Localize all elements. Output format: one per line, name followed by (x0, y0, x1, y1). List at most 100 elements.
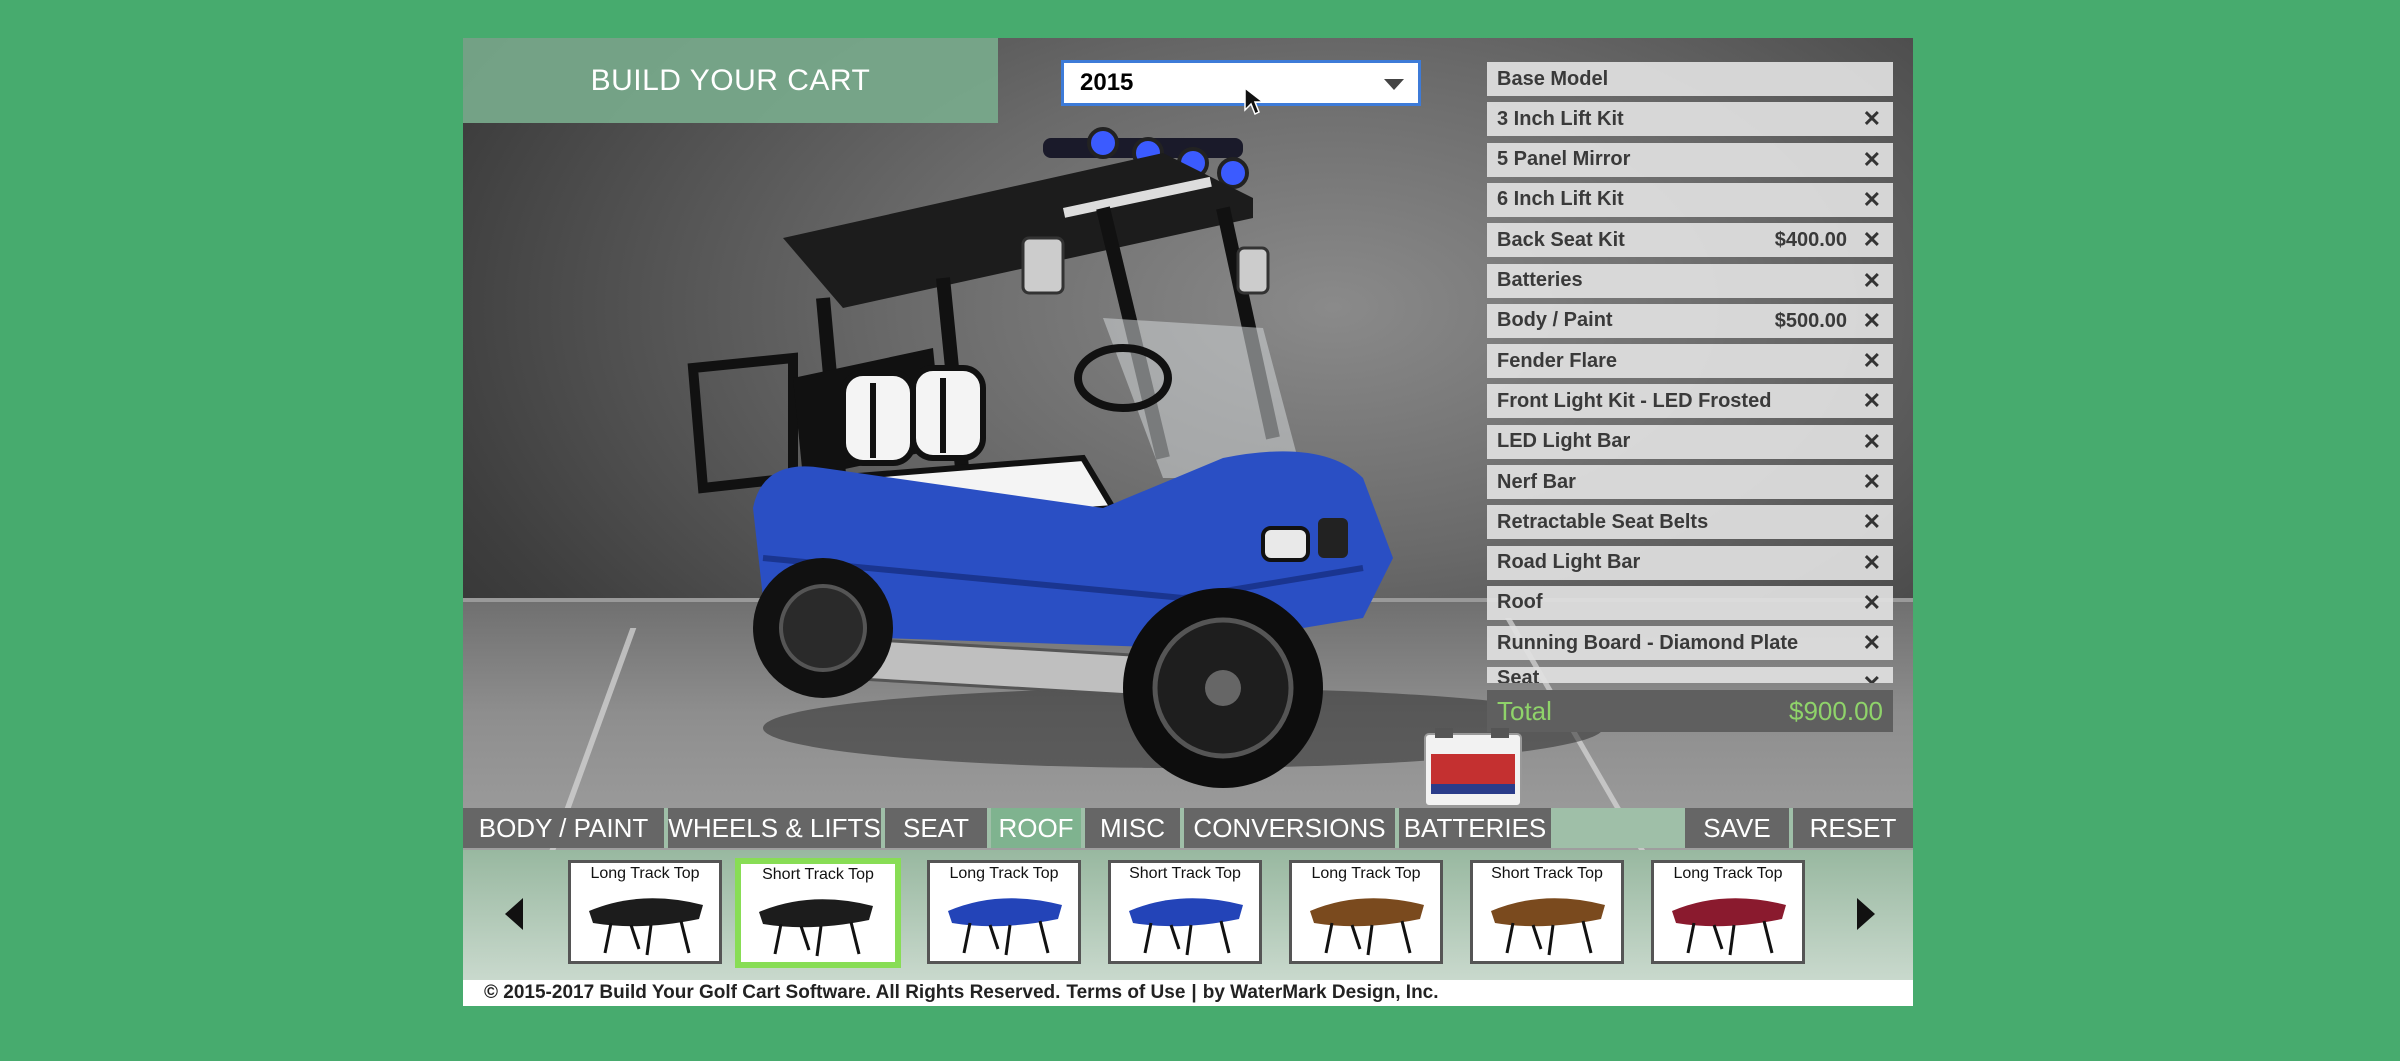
roof-image (1310, 898, 1424, 956)
cart-preview-scene: BUILD YOUR CART 2015 Base Model 3 Inch Li… (463, 38, 1913, 888)
year-select-value: 2015 (1080, 69, 1134, 96)
category-tabs: BODY / PAINT WHEELS & LIFTS SEAT ROOF MISC CO… (463, 808, 1913, 848)
option-name: 6 Inch Lift Kit (1497, 188, 1624, 211)
option-row: Seat ✕ (1487, 666, 1893, 683)
roof-thumbnail[interactable]: Long Track Top (1289, 860, 1443, 964)
tab-batteries[interactable]: BATTERIES (1399, 808, 1551, 848)
option-name: 5 Panel Mirror (1497, 148, 1631, 171)
option-name: Fender Flare (1497, 349, 1618, 372)
remove-option-icon[interactable]: ✕ (1863, 671, 1881, 683)
remove-option-icon[interactable]: ✕ (1863, 348, 1881, 374)
option-row: Road Light Bar ✕ (1487, 545, 1893, 580)
roof-thumbnail-label: Long Track Top (1311, 865, 1421, 882)
roof-thumbnail-label: Long Track Top (590, 865, 700, 882)
carousel-prev-arrow-icon[interactable] (505, 898, 523, 930)
remove-option-icon[interactable]: ✕ (1863, 106, 1881, 132)
carousel-next-arrow-icon[interactable] (1857, 898, 1875, 930)
remove-option-icon[interactable]: ✕ (1863, 308, 1881, 334)
roof-thumbnail[interactable]: Long Track Top (927, 860, 1081, 964)
selected-options-list[interactable]: Base Model 3 Inch Lift Kit ✕ 5 Panel Mirror… (1487, 62, 1893, 784)
option-name: Base Model (1497, 67, 1609, 90)
total-amount: $900.00 (1789, 695, 1883, 726)
page-title: BUILD YOUR CART (463, 38, 998, 123)
roof-thumbnail[interactable]: Long Track Top (1651, 860, 1805, 964)
option-price: $500.00 (1774, 309, 1847, 332)
remove-option-icon[interactable]: ✕ (1863, 550, 1881, 576)
total-bar: Total $900.00 (1487, 690, 1893, 732)
footer-separator: | (1191, 982, 1197, 1003)
option-name: Roof (1497, 591, 1543, 614)
roof-image (1129, 898, 1243, 956)
copyright-text: © 2015-2017 Build Your Golf Cart Softwar… (484, 982, 1061, 1003)
option-name: Seat (1497, 666, 1540, 683)
option-row: Retractable Seat Belts ✕ (1487, 505, 1893, 540)
option-name: 3 Inch Lift Kit (1497, 107, 1624, 130)
option-name: Front Light Kit - LED Frosted (1497, 389, 1772, 412)
option-name: LED Light Bar (1497, 430, 1631, 453)
roof-thumbnail[interactable]: Short Track Top (1470, 860, 1624, 964)
remove-option-icon[interactable]: ✕ (1863, 590, 1881, 616)
option-row: Back Seat Kit $400.00 ✕ (1487, 223, 1893, 258)
tab-conversions[interactable]: CONVERSIONS (1184, 808, 1395, 848)
roof-thumbnail[interactable]: Long Track Top (568, 860, 722, 964)
roof-thumbnail[interactable]: Short Track Top (1108, 860, 1262, 964)
option-row: Nerf Bar ✕ (1487, 465, 1893, 499)
option-name: Body / Paint (1497, 309, 1613, 332)
remove-option-icon[interactable]: ✕ (1863, 187, 1881, 213)
footer: © 2015-2017 Build Your Golf Cart Softwar… (463, 980, 1913, 1006)
remove-option-icon[interactable]: ✕ (1863, 227, 1881, 253)
option-name: Nerf Bar (1497, 470, 1576, 493)
mouse-cursor-icon (1244, 86, 1265, 116)
tab-roof[interactable]: ROOF (991, 808, 1081, 848)
tab-seat[interactable]: SEAT (885, 808, 987, 848)
roof-image (759, 899, 873, 957)
roof-thumbnail[interactable]: Short Track Top (735, 858, 901, 968)
option-name: Retractable Seat Belts (1497, 510, 1709, 533)
total-label: Total (1497, 695, 1552, 726)
option-name: Running Board - Diamond Plate (1497, 631, 1799, 654)
option-name: Back Seat Kit (1497, 228, 1625, 251)
option-row: Body / Paint $500.00 ✕ (1487, 303, 1893, 338)
option-row: 3 Inch Lift Kit ✕ (1487, 102, 1893, 137)
cart-builder-app: BUILD YOUR CART 2015 Base Model 3 Inch Li… (463, 38, 1913, 1006)
roof-thumbnail-label: Short Track Top (762, 866, 874, 883)
roof-image (948, 898, 1062, 956)
battery-icon (1424, 728, 1522, 807)
option-row: Base Model (1487, 62, 1893, 96)
year-select[interactable]: 2015 (1061, 60, 1421, 106)
terms-link[interactable]: Terms of Use (1066, 982, 1185, 1004)
chevron-down-icon (1384, 79, 1404, 90)
option-row: 5 Panel Mirror ✕ (1487, 142, 1893, 177)
remove-option-icon[interactable]: ✕ (1863, 147, 1881, 173)
option-name: Road Light Bar (1497, 551, 1641, 574)
tab-misc[interactable]: MISC (1085, 808, 1180, 848)
remove-option-icon[interactable]: ✕ (1863, 429, 1881, 455)
option-row: Fender Flare ✕ (1487, 344, 1893, 379)
option-row: Roof ✕ (1487, 585, 1893, 620)
remove-option-icon[interactable]: ✕ (1863, 630, 1881, 656)
roof-thumbnail-label: Long Track Top (1673, 865, 1783, 882)
tab-wheels-lifts[interactable]: WHEELS & LIFTS (668, 808, 881, 848)
option-price: $400.00 (1774, 229, 1847, 252)
roof-thumbnail-label: Short Track Top (1491, 865, 1603, 882)
roof-image (589, 898, 703, 956)
option-row: 6 Inch Lift Kit ✕ (1487, 182, 1893, 217)
roof-thumbnail-label: Short Track Top (1129, 865, 1241, 882)
option-row: Batteries ✕ (1487, 263, 1893, 298)
roof-image (1672, 898, 1786, 956)
wheel-front (1123, 588, 1323, 788)
reset-button[interactable]: RESET (1793, 808, 1913, 848)
remove-option-icon[interactable]: ✕ (1863, 509, 1881, 535)
remove-option-icon[interactable]: ✕ (1863, 469, 1881, 495)
roof-options-carousel: Long Track Top Short Track Top Long Track … (463, 850, 1913, 980)
option-row: Front Light Kit - LED Frosted ✕ (1487, 384, 1893, 419)
option-row: LED Light Bar ✕ (1487, 424, 1893, 459)
remove-option-icon[interactable]: ✕ (1863, 388, 1881, 414)
tab-body-paint[interactable]: BODY / PAINT (463, 808, 664, 848)
save-button[interactable]: SAVE (1685, 808, 1789, 848)
wheel-rear (753, 558, 893, 698)
credit-text: by WaterMark Design, Inc. (1202, 982, 1439, 1003)
roof-image (1491, 898, 1605, 956)
remove-option-icon[interactable]: ✕ (1863, 268, 1881, 294)
roof-thumbnail-label: Long Track Top (949, 865, 1059, 882)
